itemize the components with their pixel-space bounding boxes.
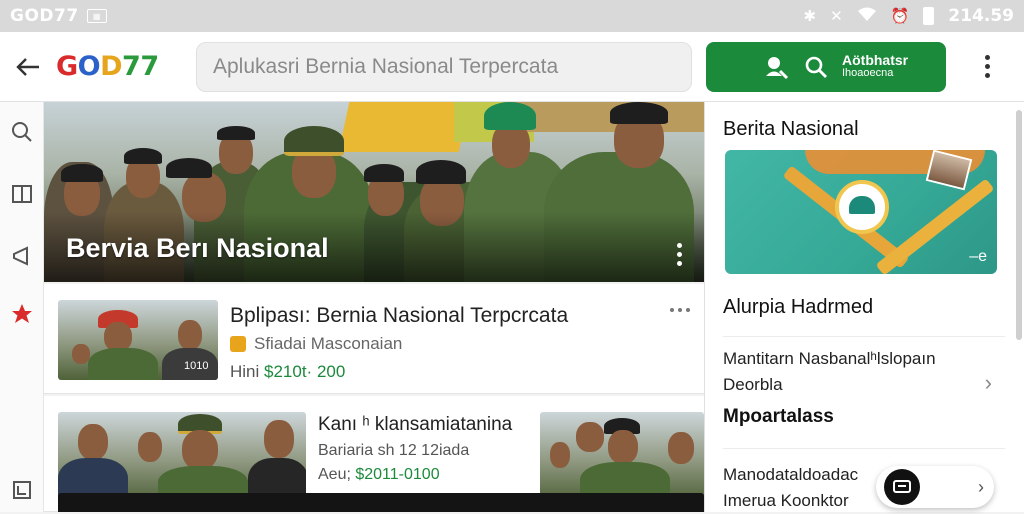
promo-banner[interactable]: –e (725, 150, 997, 274)
bluetooth-icon: ✱ (803, 8, 817, 25)
back-button[interactable] (0, 32, 56, 102)
news-price-row: Aeu; $2011-0100 (318, 466, 440, 484)
left-nav-rail (0, 102, 44, 512)
overflow-menu-button[interactable] (972, 55, 1002, 78)
flag-decoration (338, 102, 470, 152)
status-bar: GOD77 ▦ ✱ ✕ ⏰ 214.59 (0, 0, 1024, 32)
search-input-text: Aplukasri Bernia Nasional Terpercata (213, 54, 559, 78)
banner-tag: –e (969, 248, 987, 265)
app-logo[interactable]: GOD77 (56, 51, 196, 82)
news-subtitle-row: Sfiadai Masconaian (230, 334, 402, 354)
square-icon[interactable] (10, 478, 34, 502)
scrollbar[interactable] (1016, 110, 1022, 340)
search-input[interactable]: Aplukasri Bernia Nasional Terpercata (196, 41, 692, 92)
news-thumbnail (58, 412, 306, 502)
action-button-line2: Ihoaoecna (842, 67, 894, 80)
chevron-right-icon[interactable]: › (985, 370, 992, 396)
price-value: $210t· 200 (264, 362, 346, 381)
menu-dot-icon (984, 55, 990, 60)
news-title: Kanı ʰ klansamiatanina (318, 414, 513, 435)
lock-icon (230, 336, 246, 352)
chevron-right-icon: › (978, 476, 984, 497)
screenshot-icon: ▦ (86, 9, 107, 23)
megaphone-icon[interactable] (10, 244, 34, 268)
alarm-icon: ⏰ (890, 8, 910, 25)
news-title: Bplipası: Bernia Nasional Terpcrcata (230, 304, 569, 327)
star-badge-icon[interactable] (10, 302, 34, 326)
search-icon[interactable] (10, 120, 34, 144)
chat-icon (884, 469, 920, 505)
right-panel-heading: Berita Nasional (723, 118, 859, 140)
hero-more-button[interactable] (677, 243, 682, 266)
hero-banner[interactable]: Bervia Berı Nasional (44, 102, 704, 282)
status-app-name: GOD77 (10, 6, 79, 26)
system-nav-bar (58, 493, 704, 512)
battery-icon (923, 7, 935, 25)
thumbnail-caption: 1010 (184, 360, 209, 372)
book-icon[interactable] (10, 182, 34, 206)
news-card[interactable]: 1010 Bplipası: Bernia Nasional Terpcrcat… (44, 284, 704, 394)
menu-dot-icon (670, 308, 674, 312)
sidebar-item-mpoartalass[interactable]: Mpoartalass (723, 406, 834, 428)
wifi-icon (857, 6, 877, 26)
divider (723, 448, 1005, 449)
search-icon (796, 55, 836, 79)
price-prefix: Hini (230, 362, 265, 381)
user-search-icon (756, 54, 796, 80)
menu-dot-icon (677, 243, 682, 248)
news-price-row: Hini $210t· 200 (230, 362, 345, 382)
search-action-button[interactable]: Aötbhatsr Ihoaoecna (706, 41, 946, 92)
news-subtitle: Sfiadai Masconaian (254, 334, 403, 353)
action-button-labels: Aötbhatsr Ihoaoecna (842, 53, 908, 79)
news-thumbnail (540, 412, 704, 502)
sidebar-item-manodataldoadac[interactable]: Manodataldoadac Imerua Koonktor (723, 462, 858, 514)
right-panel: Berita Nasional –e Alurpia Hadrmed Manti… (704, 102, 1024, 512)
action-button-line1: Aötbhatsr (842, 52, 909, 69)
status-icons: ✱ ✕ ⏰ 214.59 (804, 6, 1014, 26)
app-bar: GOD77 Aplukasri Bernia Nasional Terperca… (0, 32, 1024, 102)
mute-icon: ✕ (830, 8, 843, 25)
price-prefix: Aeu; (318, 466, 356, 483)
price-value: $2011-0100 (355, 466, 440, 483)
news-subtitle: Bariaria sh 12 12iada (318, 442, 470, 459)
card-more-button[interactable] (670, 308, 690, 312)
sidebar-item-alurpia[interactable]: Alurpia Hadrmed (723, 296, 873, 319)
news-thumbnail: 1010 (58, 300, 218, 380)
divider (723, 336, 1005, 337)
sidebar-item-mantitarn[interactable]: Mantitarn Nasbanalʰlslopaın Deorbla (723, 346, 963, 398)
floating-chat-button[interactable]: › (876, 466, 994, 508)
status-time: 214.59 (948, 6, 1014, 26)
arrow-left-icon (16, 57, 39, 76)
hero-title: Bervia Berı Nasional (66, 233, 329, 263)
